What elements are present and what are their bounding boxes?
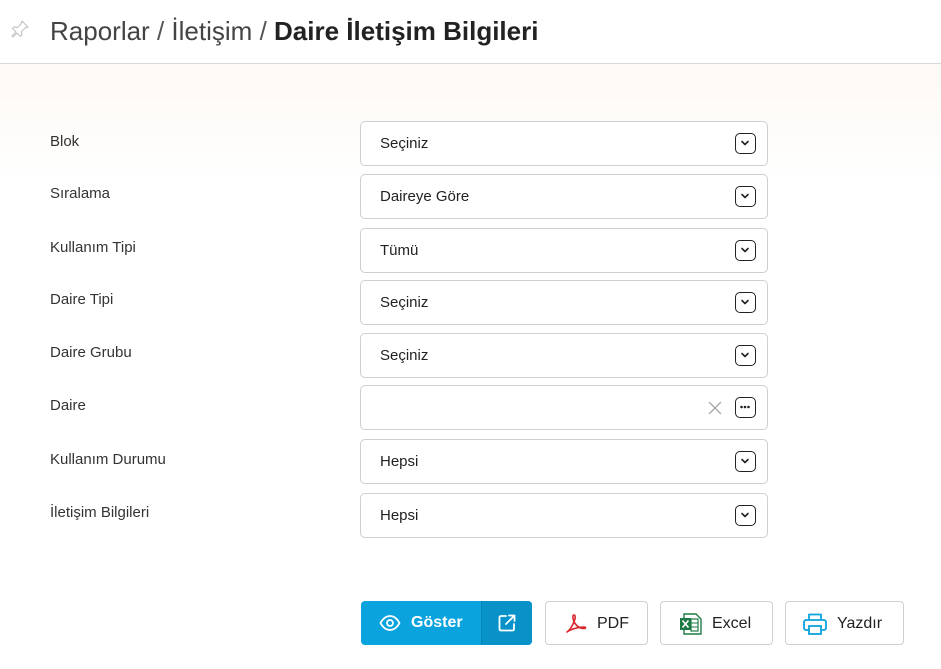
select-iletisim-bilgileri[interactable]: Hepsi <box>360 493 768 538</box>
select-daire-grubu[interactable]: Seçiniz <box>360 333 768 378</box>
chevron-down-icon[interactable] <box>735 345 756 366</box>
label-kullanim-durumu: Kullanım Durumu <box>50 451 166 468</box>
select-value: Seçiniz <box>380 135 429 152</box>
chevron-down-icon[interactable] <box>735 186 756 207</box>
chevron-down-icon[interactable] <box>735 292 756 313</box>
print-button-label: Yazdır <box>837 615 883 632</box>
label-kullanim-tipi: Kullanım Tipi <box>50 239 136 256</box>
select-daire-tipi[interactable]: Seçiniz <box>360 280 768 325</box>
open-new-window-button[interactable] <box>481 601 532 645</box>
breadcrumb-reports[interactable]: Raporlar <box>50 16 150 46</box>
excel-icon <box>680 613 702 635</box>
select-value: Daireye Göre <box>380 188 470 205</box>
pdf-button[interactable]: PDF <box>545 601 648 645</box>
eye-icon <box>379 615 401 631</box>
select-value: Hepsi <box>380 507 419 524</box>
page-header: Raporlar / İletişim / Daire İletişim Bil… <box>0 0 941 64</box>
excel-button-label: Excel <box>712 615 752 632</box>
input-daire[interactable] <box>360 385 768 430</box>
breadcrumb: Raporlar / İletişim / Daire İletişim Bil… <box>50 15 538 47</box>
more-icon[interactable] <box>735 397 756 418</box>
label-siralama: Sıralama <box>50 185 111 202</box>
select-value: Tümü <box>380 242 419 259</box>
select-value: Hepsi <box>380 453 419 470</box>
breadcrumb-communication[interactable]: İletişim <box>171 16 252 46</box>
breadcrumb-separator: / <box>156 16 165 46</box>
select-kullanim-durumu[interactable]: Hepsi <box>360 439 768 484</box>
pdf-icon <box>566 614 587 633</box>
clear-icon[interactable] <box>708 401 722 415</box>
label-iletisim-bilgileri: İletişim Bilgileri <box>50 504 150 521</box>
show-button-label: Göster <box>411 614 463 631</box>
printer-icon <box>803 613 827 635</box>
chevron-down-icon[interactable] <box>735 240 756 261</box>
select-value: Seçiniz <box>380 294 429 311</box>
chevron-down-icon[interactable] <box>735 451 756 472</box>
select-kullanim-tipi[interactable]: Tümü <box>360 228 768 273</box>
external-link-icon <box>498 614 516 632</box>
pin-icon[interactable] <box>11 20 29 38</box>
print-button[interactable]: Yazdır <box>785 601 904 645</box>
select-siralama[interactable]: Daireye Göre <box>360 174 768 219</box>
chevron-down-icon[interactable] <box>735 505 756 526</box>
page-title: Daire İletişim Bilgileri <box>274 16 539 46</box>
chevron-down-icon[interactable] <box>735 133 756 154</box>
label-daire-grubu: Daire Grubu <box>50 344 132 361</box>
excel-button[interactable]: Excel <box>660 601 773 645</box>
show-button-group: Göster <box>361 601 532 645</box>
label-daire-tipi: Daire Tipi <box>50 291 114 308</box>
label-blok: Blok <box>50 133 80 150</box>
pdf-button-label: PDF <box>597 615 629 632</box>
breadcrumb-separator: / <box>259 16 267 46</box>
select-value: Seçiniz <box>380 347 429 364</box>
label-daire: Daire <box>50 397 86 414</box>
show-button[interactable]: Göster <box>361 601 481 645</box>
select-blok[interactable]: Seçiniz <box>360 121 768 166</box>
